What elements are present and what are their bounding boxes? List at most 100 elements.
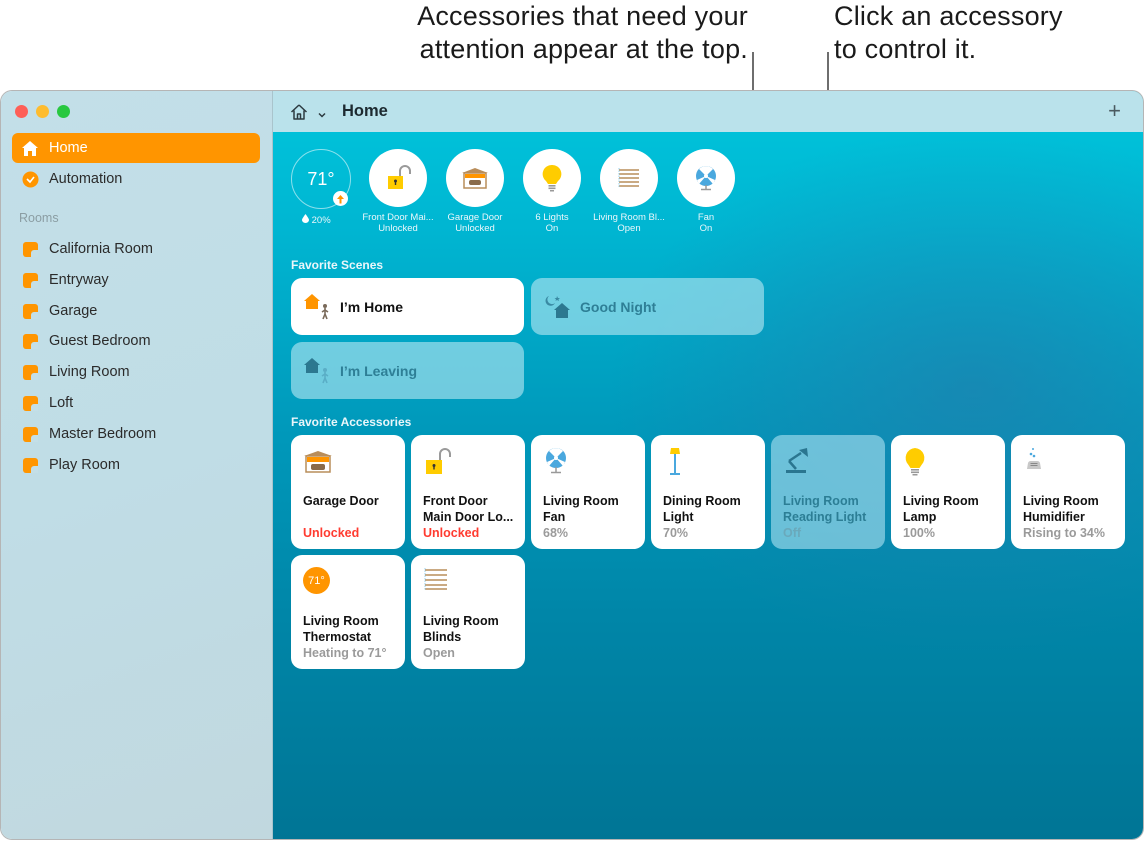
lock-open-icon: [388, 165, 411, 189]
accessory-status: Rising to 34%: [1023, 526, 1105, 540]
status-circle[interactable]: [600, 149, 658, 207]
accessory-living-room-blinds[interactable]: Living Room Blinds Open: [411, 555, 525, 669]
callout-line: Click an accessory: [834, 1, 1063, 31]
sidebar-room-garage[interactable]: Garage: [12, 296, 260, 326]
scene-good-night[interactable]: Good Night: [531, 278, 764, 335]
status-item-name: 6 Lights: [535, 212, 569, 223]
sidebar-room-entryway[interactable]: Entryway: [12, 265, 260, 295]
callout-attention: Accessories that need your attention app…: [386, 0, 748, 66]
sidebar-room-master-bedroom[interactable]: Master Bedroom: [12, 419, 260, 449]
accessory-name: Living Room Humidifier: [1023, 494, 1099, 524]
accessory-dining-room-light[interactable]: Dining Room Light 70%: [651, 435, 765, 549]
house-icon: [21, 139, 39, 157]
minimize-button[interactable]: [36, 105, 49, 118]
thermostat-icon: 71°: [303, 567, 330, 594]
heating-arrow-icon: [333, 191, 348, 206]
desk-lamp-icon: [786, 448, 808, 473]
accessory-status: 70%: [663, 526, 689, 540]
page-title: Home: [342, 102, 388, 120]
status-item-front-door[interactable]: Front Door Mai... Unlocked: [358, 149, 438, 234]
room-icon-wrap: [21, 363, 39, 381]
accessory-living-room-fan[interactable]: Living Room Fan 68%: [531, 435, 645, 549]
floor-lamp-icon: [670, 448, 680, 475]
home-menu-icon[interactable]: [290, 103, 308, 121]
sidebar-room-california-room[interactable]: California Room: [12, 234, 260, 264]
thermostat-badge-value: 71°: [308, 574, 325, 587]
status-item-garage-door[interactable]: Garage Door Unlocked: [435, 149, 515, 234]
leave-home-icon: [304, 357, 329, 383]
good-night-icon: [545, 295, 570, 318]
status-circle[interactable]: [677, 149, 735, 207]
accessory-name: Living Room Thermostat: [303, 614, 379, 644]
accessory-name: Living Room Lamp: [903, 494, 979, 524]
close-button[interactable]: [15, 105, 28, 118]
blinds-icon: [618, 168, 639, 188]
room-icon-wrap: [21, 394, 39, 412]
accessory-living-room-humidifier[interactable]: Living Room Humidifier Rising to 34%: [1011, 435, 1125, 549]
sidebar-item-label: Home: [49, 140, 88, 156]
fan-icon: [696, 166, 716, 191]
status-circle[interactable]: [369, 149, 427, 207]
accessory-name: Living Room Blinds: [423, 614, 499, 644]
sidebar-room-guest-bedroom[interactable]: Guest Bedroom: [12, 326, 260, 356]
humidity-status: 20%: [302, 214, 331, 226]
lightbulb-icon: [542, 164, 562, 192]
sidebar-item-label: California Room: [49, 241, 153, 257]
accessory-name: Garage Door: [303, 494, 379, 508]
accessory-living-room-lamp[interactable]: Living Room Lamp 100%: [891, 435, 1005, 549]
accessory-status: 68%: [543, 526, 569, 540]
clock-icon: [21, 170, 39, 188]
accessory-garage-door[interactable]: Garage Door Unlocked: [291, 435, 405, 549]
status-item-name: Fan: [697, 212, 715, 223]
sidebar: Home Automation Rooms California Room En…: [1, 91, 273, 839]
accessory-name: Front Door Main Door Lo...: [423, 494, 514, 524]
status-item-name: Living Room Bl...: [593, 212, 665, 223]
accessory-status: Open: [423, 646, 455, 660]
scene-im-leaving[interactable]: I’m Leaving: [291, 342, 524, 399]
callout-line: to control it.: [834, 34, 977, 64]
toolbar: Home +: [273, 91, 1143, 132]
sidebar-item-home[interactable]: Home: [12, 133, 260, 163]
window-controls: [15, 105, 70, 118]
sidebar-item-label: Garage: [49, 303, 98, 319]
status-item-blinds[interactable]: Living Room Bl... Open: [589, 149, 669, 234]
lightbulb-icon: [905, 448, 925, 476]
add-button[interactable]: +: [1108, 100, 1121, 122]
status-circle[interactable]: [523, 149, 581, 207]
room-icon: [22, 333, 38, 349]
garage-icon: [462, 168, 488, 189]
sidebar-item-label: Play Room: [49, 457, 120, 473]
sidebar-item-label: Entryway: [49, 272, 109, 288]
sidebar-room-living-room[interactable]: Living Room: [12, 357, 260, 387]
callout-line: Accessories that need your: [417, 1, 748, 31]
accessory-status: Unlocked: [423, 526, 480, 540]
sidebar-item-label: Loft: [49, 395, 74, 411]
accessory-living-room-reading-light[interactable]: Living Room Reading Light Off: [771, 435, 885, 549]
zoom-button[interactable]: [57, 105, 70, 118]
rooms-header: Rooms: [19, 211, 59, 225]
favorite-accessories-header: Favorite Accessories: [291, 415, 412, 429]
sidebar-room-play-room[interactable]: Play Room: [12, 450, 260, 480]
chevron-down-icon[interactable]: [317, 107, 327, 118]
status-item-lights[interactable]: 6 Lights On: [512, 149, 592, 234]
sidebar-room-loft[interactable]: Loft: [12, 388, 260, 418]
accessory-front-door-lock[interactable]: Front Door Main Door Lo... Unlocked: [411, 435, 525, 549]
accessory-name: Dining Room Light: [663, 494, 741, 524]
status-item-state: On: [699, 223, 713, 234]
accessory-name: Living Room Fan: [543, 494, 619, 524]
fan-icon: [546, 448, 566, 474]
status-circle[interactable]: [446, 149, 504, 207]
sidebar-item-automation[interactable]: Automation: [12, 164, 260, 194]
room-icon: [22, 272, 38, 288]
room-icon-wrap: [21, 425, 39, 443]
scene-label: Good Night: [580, 298, 657, 315]
status-item-fan[interactable]: Fan On: [666, 149, 746, 234]
room-icon-wrap: [21, 302, 39, 320]
scene-im-home[interactable]: I’m Home: [291, 278, 524, 335]
humidifier-icon: [1027, 448, 1041, 469]
sidebar-item-label: Guest Bedroom: [49, 333, 151, 349]
app-window: Home Automation Rooms California Room En…: [1, 91, 1143, 839]
accessory-living-room-thermostat[interactable]: 71° Living Room Thermostat Heating to 71…: [291, 555, 405, 669]
status-item-state: Unlocked: [378, 223, 418, 234]
garage-icon: [304, 451, 332, 473]
